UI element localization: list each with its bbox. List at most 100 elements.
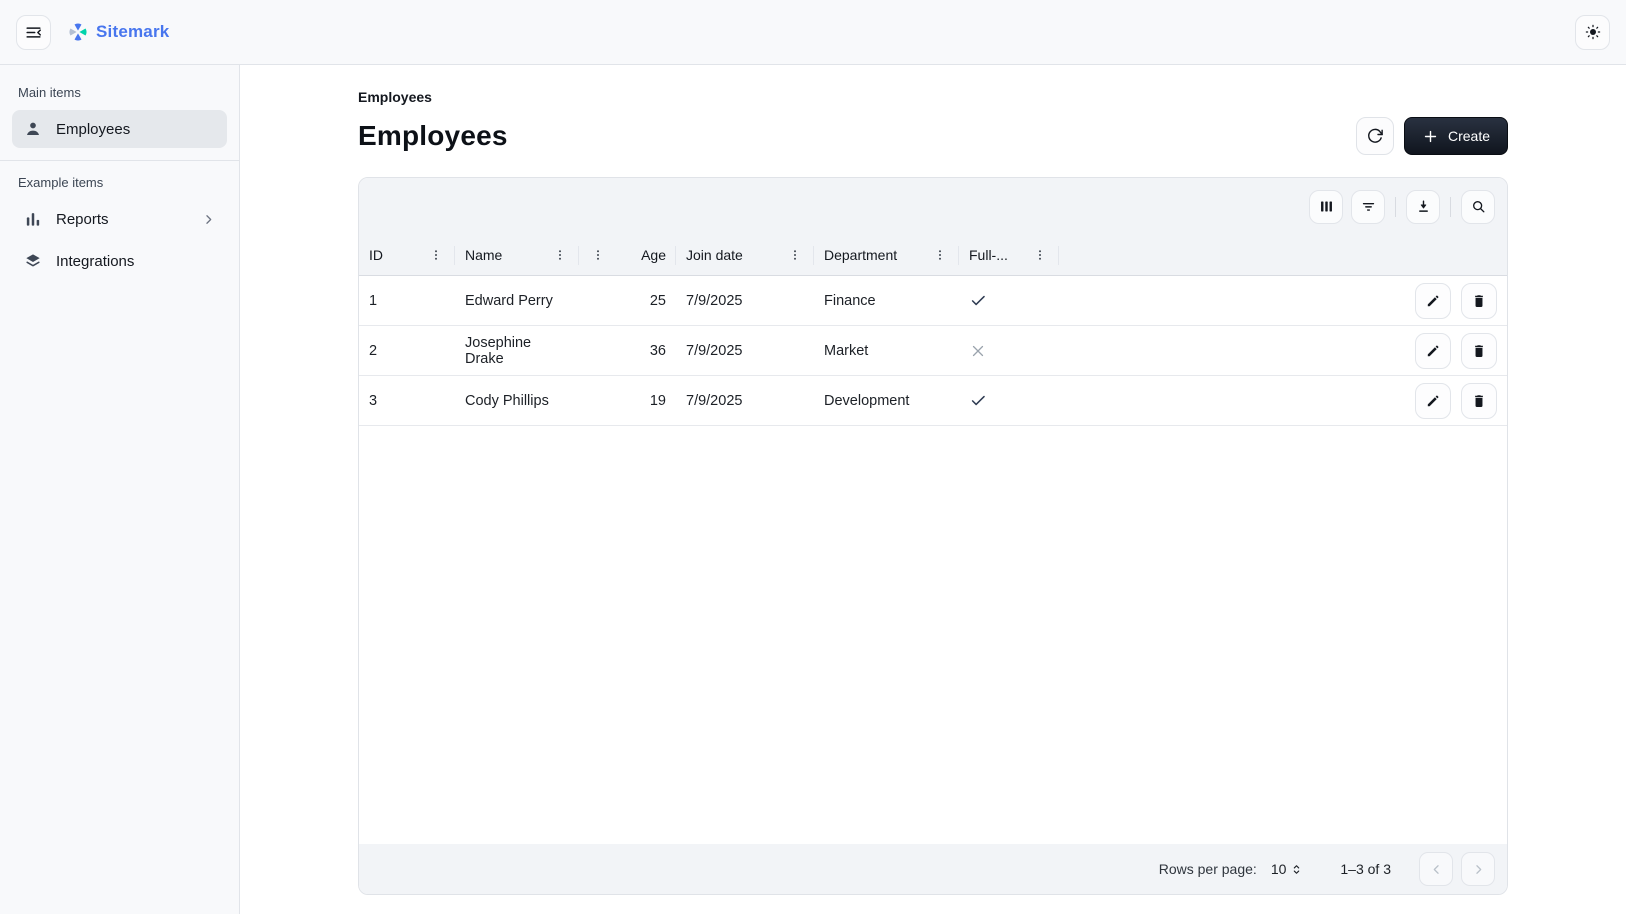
column-header-age[interactable]: Age: [579, 235, 676, 275]
column-header-join-date[interactable]: Join date: [676, 235, 814, 275]
full-time-indicator: [969, 342, 987, 360]
cell-join-date: 7/9/2025: [676, 376, 814, 425]
brand[interactable]: Sitemark: [67, 21, 169, 43]
pagination-range: 1–3 of 3: [1340, 861, 1391, 877]
select-arrows-icon: [1289, 862, 1304, 877]
pencil-icon: [1425, 293, 1441, 309]
column-menu-icon[interactable]: [551, 246, 569, 264]
filter-button[interactable]: [1351, 190, 1385, 224]
rows-per-page-select[interactable]: 10: [1271, 861, 1305, 877]
cell-id: 3: [359, 376, 455, 425]
data-grid-card: ID Name: [358, 177, 1508, 895]
table-row[interactable]: 3 Cody Phillips 19 7/9/2025 Development: [359, 376, 1507, 426]
theme-toggle-button[interactable]: [1575, 15, 1610, 50]
cell-id: 2: [359, 326, 455, 375]
breadcrumb: Employees: [358, 89, 1508, 105]
search-button[interactable]: [1461, 190, 1495, 224]
page-title: Employees: [358, 120, 508, 152]
chevron-left-icon: [1429, 862, 1444, 877]
create-button-label: Create: [1448, 128, 1490, 144]
cell-department: Market: [814, 326, 959, 375]
full-time-indicator: [969, 391, 988, 410]
search-icon: [1470, 198, 1487, 215]
column-menu-icon[interactable]: [427, 246, 445, 264]
filter-icon: [1360, 198, 1377, 215]
table-row[interactable]: 1 Edward Perry 25 7/9/2025 Finance: [359, 276, 1507, 326]
column-header-actions: [1059, 235, 1507, 275]
grid-footer: Rows per page: 10 1–3 of 3: [359, 844, 1507, 894]
top-header: Sitemark: [0, 0, 1626, 65]
toolbar-divider: [1450, 197, 1451, 217]
delete-button[interactable]: [1461, 283, 1497, 319]
sidebar-item-reports[interactable]: Reports: [12, 200, 227, 238]
refresh-icon: [1366, 127, 1384, 145]
cell-id: 1: [359, 276, 455, 325]
trash-icon: [1471, 343, 1487, 359]
column-menu-icon[interactable]: [786, 246, 804, 264]
column-menu-icon[interactable]: [931, 246, 949, 264]
full-time-indicator: [969, 291, 988, 310]
cell-name: Edward Perry: [455, 276, 579, 325]
grid-empty-space: [359, 426, 1507, 844]
sidebar-toggle-button[interactable]: [16, 15, 51, 50]
grid-header-row: ID Name: [359, 235, 1507, 276]
sitemark-logo-icon: [67, 21, 89, 43]
edit-button[interactable]: [1415, 383, 1451, 419]
previous-page-button[interactable]: [1419, 852, 1453, 886]
refresh-button[interactable]: [1356, 117, 1394, 155]
main-area: Employees Employees: [240, 65, 1626, 914]
cell-age: 19: [579, 376, 676, 425]
column-menu-icon[interactable]: [1031, 246, 1049, 264]
column-header-name[interactable]: Name: [455, 235, 579, 275]
delete-button[interactable]: [1461, 383, 1497, 419]
check-icon: [969, 291, 988, 310]
table-row[interactable]: 2 Josephine Drake 36 7/9/2025 Market: [359, 326, 1507, 376]
cell-full-time: [959, 276, 1059, 325]
trash-icon: [1471, 393, 1487, 409]
sidebar-item-integrations[interactable]: Integrations: [12, 242, 227, 280]
edit-button[interactable]: [1415, 333, 1451, 369]
cell-name: Josephine Drake: [455, 326, 579, 375]
columns-icon: [1318, 198, 1335, 215]
sidebar-item-employees[interactable]: Employees: [12, 110, 227, 148]
rows-per-page-value: 10: [1271, 861, 1287, 877]
person-icon: [23, 119, 43, 139]
cell-full-time: [959, 376, 1059, 425]
export-button[interactable]: [1406, 190, 1440, 224]
column-header-id[interactable]: ID: [359, 235, 455, 275]
sidebar-divider: [0, 160, 239, 161]
menu-collapse-icon: [24, 23, 43, 42]
pencil-icon: [1425, 343, 1441, 359]
trash-icon: [1471, 293, 1487, 309]
cell-department: Development: [814, 376, 959, 425]
column-menu-icon[interactable]: [589, 246, 607, 264]
layers-icon: [23, 251, 43, 271]
cell-join-date: 7/9/2025: [676, 276, 814, 325]
grid-toolbar: [359, 178, 1507, 235]
app-root: Sitemark Main items E: [0, 0, 1626, 914]
next-page-button[interactable]: [1461, 852, 1495, 886]
bar-chart-icon: [23, 209, 43, 229]
cell-actions: [1059, 276, 1507, 325]
cell-full-time: [959, 326, 1059, 375]
brand-name: Sitemark: [96, 22, 169, 42]
cell-actions: [1059, 376, 1507, 425]
edit-button[interactable]: [1415, 283, 1451, 319]
cell-age: 25: [579, 276, 676, 325]
sidebar-section-title: Main items: [18, 85, 221, 100]
grid-rows: 1 Edward Perry 25 7/9/2025 Finance: [359, 276, 1507, 426]
column-header-full-time[interactable]: Full-...: [959, 235, 1059, 275]
cell-actions: [1059, 326, 1507, 375]
delete-button[interactable]: [1461, 333, 1497, 369]
column-header-department[interactable]: Department: [814, 235, 959, 275]
chevron-right-icon: [201, 212, 216, 227]
plus-icon: [1422, 128, 1439, 145]
create-button[interactable]: Create: [1404, 117, 1508, 155]
sidebar-item-label: Reports: [56, 211, 109, 228]
rows-per-page-label: Rows per page:: [1159, 861, 1257, 877]
sidebar-item-label: Employees: [56, 121, 130, 138]
sidebar: Main items Employees Example items: [0, 65, 240, 914]
columns-button[interactable]: [1309, 190, 1343, 224]
sun-icon: [1584, 23, 1602, 41]
sidebar-section-title: Example items: [18, 175, 221, 190]
